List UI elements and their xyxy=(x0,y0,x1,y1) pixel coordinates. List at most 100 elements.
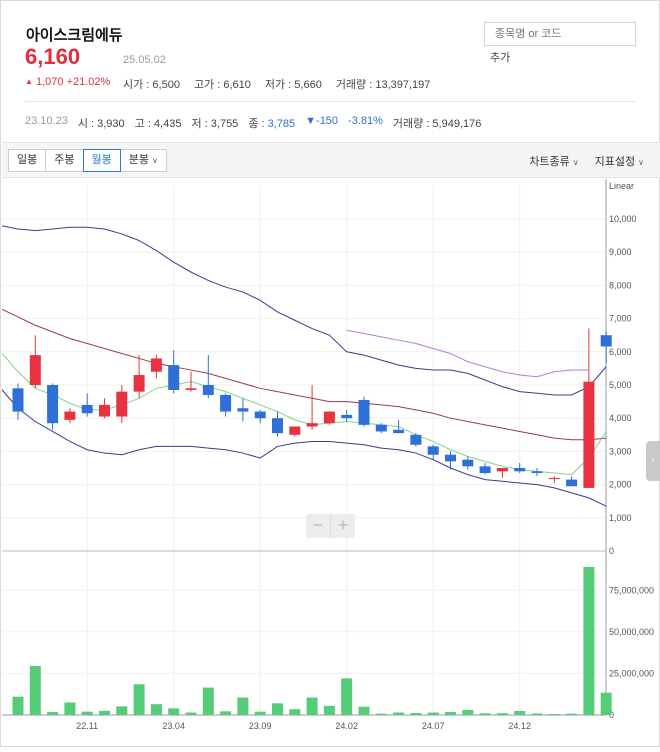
ohlc-summary: 시가 : 6,500 고가 : 6,610 저가 : 5,660 거래량 : 1… xyxy=(123,76,430,92)
candle-body xyxy=(168,365,180,390)
volume-bar xyxy=(220,711,232,715)
candle-body xyxy=(427,446,439,455)
hover-close: 종 : 3,785 xyxy=(248,115,295,131)
volume-bar xyxy=(427,712,439,715)
volume-bar xyxy=(341,678,353,715)
candle-body xyxy=(220,394,232,412)
volume-bar xyxy=(358,706,370,715)
candle-body xyxy=(341,414,353,419)
x-tick-label: 24.02 xyxy=(335,721,358,731)
candle-body xyxy=(375,424,387,432)
candle-body xyxy=(12,388,24,412)
volume-bar xyxy=(375,713,387,715)
price-tick-label: 9,000 xyxy=(609,247,632,257)
period-tabs: 일봉 주봉 월봉 분봉 ∨ xyxy=(8,149,167,172)
candle-body xyxy=(81,404,93,414)
volume-bar xyxy=(289,709,301,715)
low-price: 저가 : 5,660 xyxy=(264,79,322,91)
price-tick-label: 8,000 xyxy=(609,280,632,290)
chevron-down-icon: ∨ xyxy=(638,158,644,167)
volume-bar xyxy=(323,705,335,715)
candle-body xyxy=(237,408,249,412)
panel-toggle-icon[interactable]: ‹ xyxy=(646,441,660,481)
hover-volume: 거래량 : 5,949,176 xyxy=(392,118,482,130)
candle-body xyxy=(99,404,110,417)
candle-body xyxy=(116,391,128,417)
scale-label: Linear xyxy=(609,181,634,191)
x-tick-label: 24.07 xyxy=(422,721,445,731)
hover-change: ▼-150 xyxy=(305,115,339,127)
candle-body xyxy=(254,411,266,419)
candle-body xyxy=(531,471,543,473)
volume-bar xyxy=(133,684,145,715)
stock-name: 아이스크림에듀 xyxy=(26,27,123,44)
volume-bar xyxy=(496,713,508,715)
add-button[interactable]: 추가 xyxy=(490,49,510,65)
hover-date: 23.10.23 xyxy=(25,115,68,127)
candle-body xyxy=(583,381,595,488)
x-tick-label: 22.11 xyxy=(76,721,98,731)
candle-body xyxy=(358,399,370,425)
price-tick-label: 6,000 xyxy=(609,347,632,357)
tab-weekly[interactable]: 주봉 xyxy=(45,149,84,172)
price-tick-label: 2,000 xyxy=(609,480,632,490)
candle-body xyxy=(514,468,526,472)
chart-toolbar: 일봉 주봉 월봉 분봉 ∨ 차트종류 ∨ 지표설정 ∨ xyxy=(2,142,660,178)
hover-high: 고 : 4,435 xyxy=(134,118,182,130)
indicator-menu[interactable]: 지표설정 ∨ xyxy=(595,153,644,169)
volume-bar xyxy=(548,714,560,715)
zoom-control: − + xyxy=(306,514,355,538)
price-tick-label: 5,000 xyxy=(609,380,632,390)
price-tick-label: 3,000 xyxy=(609,446,632,456)
chart-menus: 차트종류 ∨ 지표설정 ∨ xyxy=(529,153,644,169)
volume-bar xyxy=(150,704,162,715)
candle-body xyxy=(29,355,41,385)
candle-body xyxy=(410,434,422,445)
tab-monthly[interactable]: 월봉 xyxy=(82,149,121,172)
zoom-in-button[interactable]: + xyxy=(330,514,355,538)
chevron-down-icon: ∨ xyxy=(152,156,158,165)
candle-body xyxy=(289,426,301,435)
x-tick-label: 23.04 xyxy=(162,721,185,731)
volume-tick-label: 75,000,000 xyxy=(609,585,654,595)
volume-bar xyxy=(168,708,180,715)
volume-bar xyxy=(479,713,491,715)
hover-close-value: 3,785 xyxy=(267,118,296,130)
chevron-down-icon: ∨ xyxy=(572,158,579,167)
triangle-up-icon: ▲ xyxy=(25,77,33,86)
stock-search-input[interactable] xyxy=(484,22,636,46)
hover-close-label: 종 : xyxy=(248,118,265,130)
tab-daily[interactable]: 일봉 xyxy=(8,149,47,172)
x-tick-label: 24.12 xyxy=(508,721,531,731)
volume-bar xyxy=(531,713,543,715)
volume-bar xyxy=(185,712,197,715)
zoom-out-button[interactable]: − xyxy=(306,514,330,538)
price-chart[interactable]: Linear 0 1,000 2,000 3,000 4,000 5,000 6,000 7,0… xyxy=(0,179,660,747)
candle-body xyxy=(566,479,578,487)
candle-body xyxy=(272,418,283,434)
change-rate: +21.02% xyxy=(66,76,111,88)
tab-minute-label: 분봉 xyxy=(128,154,149,166)
volume-tick-label: 50,000,000 xyxy=(609,627,654,637)
candle-body xyxy=(47,385,59,424)
volume-bar xyxy=(237,697,249,715)
volume-bar xyxy=(81,711,93,715)
volume-bar xyxy=(566,713,578,715)
tab-minute[interactable]: 분봉 ∨ xyxy=(119,149,167,172)
candle-body xyxy=(496,468,508,472)
quote-date: 25.05.02 xyxy=(123,54,166,66)
hover-rate: -3.81% xyxy=(348,115,383,127)
price-tick-label: 7,000 xyxy=(609,314,632,324)
candle-body xyxy=(185,388,197,390)
candle-body xyxy=(600,335,612,347)
chart-area[interactable]: Linear 0 1,000 2,000 3,000 4,000 5,000 6,000 7,0… xyxy=(0,179,660,747)
volume-bar xyxy=(410,713,422,715)
hover-open: 시 : 3,930 xyxy=(77,118,125,130)
chart-widget: 아이스크림에듀 6,160 25.05.02 ▲ 1,070 +21.02% 시… xyxy=(0,0,660,747)
volume-bar xyxy=(99,710,110,715)
stock-header: 아이스크림에듀 6,160 25.05.02 ▲ 1,070 +21.02% 시… xyxy=(1,1,659,142)
volume-bar xyxy=(202,687,214,715)
x-tick-label: 23.09 xyxy=(249,721,272,731)
chart-type-menu[interactable]: 차트종류 ∨ xyxy=(529,153,578,169)
candle-body xyxy=(150,358,162,372)
